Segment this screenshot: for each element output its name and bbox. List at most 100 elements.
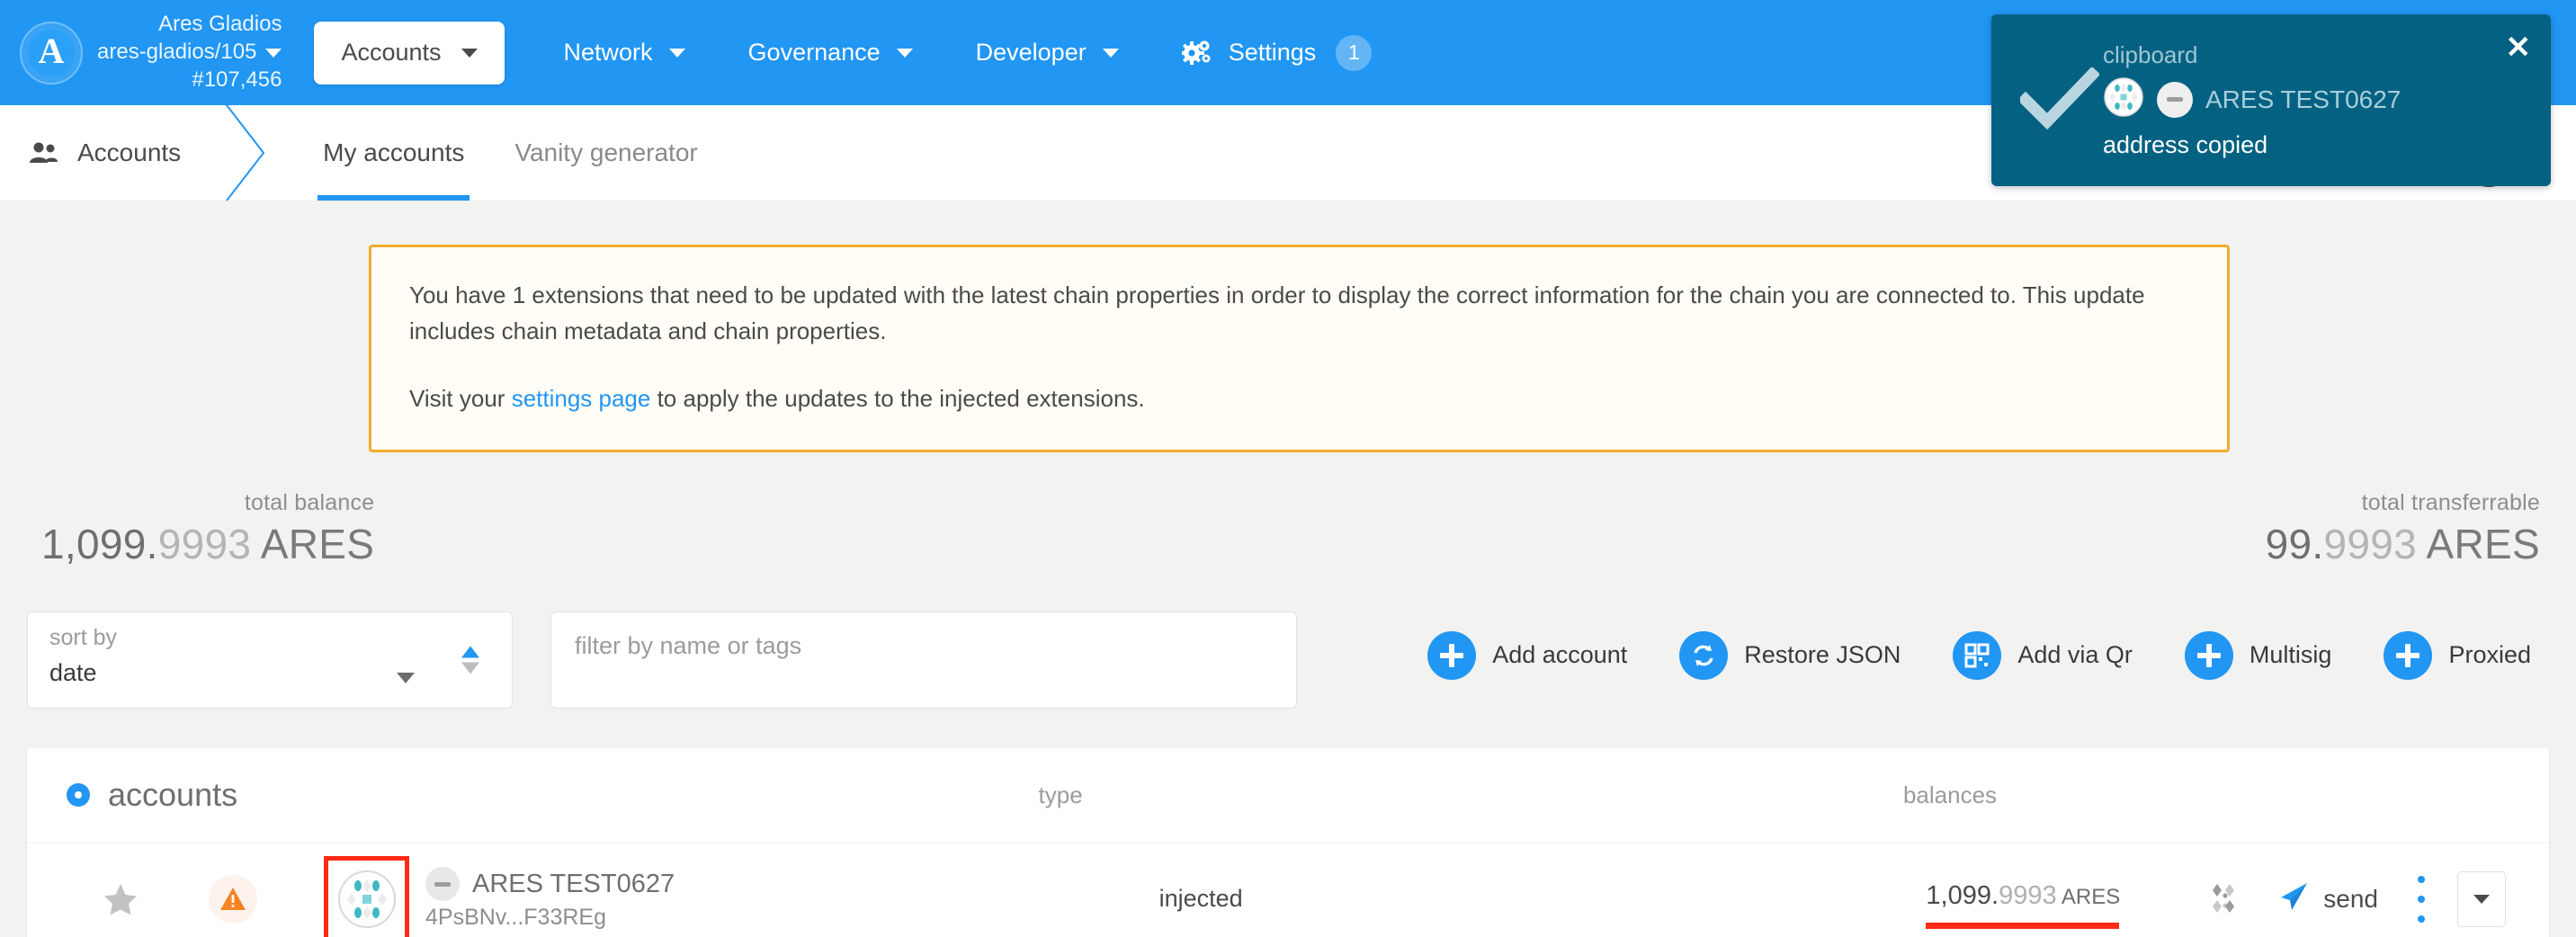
nav-item-governance[interactable]: Governance [745, 39, 917, 67]
chevron-down-icon [265, 48, 282, 58]
tab-my-accounts-label: My accounts [323, 138, 465, 166]
tab-my-accounts[interactable]: My accounts [298, 105, 489, 201]
total-balance-int: 1,099. [41, 520, 158, 567]
chevron-down-icon [1102, 48, 1119, 58]
nav-label-governance: Governance [747, 39, 881, 66]
settings-badge-count: 1 [1336, 34, 1373, 71]
plus-icon [2184, 630, 2233, 680]
chevron-down-icon [896, 48, 913, 58]
chain-spec: ares-gladios/105 [97, 40, 257, 65]
restore-json-button[interactable]: Restore JSON [1679, 630, 1901, 680]
nav-item-developer[interactable]: Developer [972, 39, 1123, 67]
settings-page-link[interactable]: settings page [512, 385, 651, 412]
main-content: You have 1 extensions that need to be up… [0, 245, 2576, 937]
alert-line-2: Visit your settings page to apply the up… [409, 381, 2189, 417]
identicon-highlighted[interactable] [324, 856, 409, 937]
toast-message: address copied [2103, 131, 2268, 158]
accounts-dropdown-label: Accounts [341, 39, 442, 66]
sort-by-label: sort by [49, 624, 118, 650]
qr-icon [1953, 630, 2002, 680]
chevron-down-icon [668, 48, 685, 58]
add-via-qr-label: Add via Qr [2017, 641, 2133, 669]
toast-account-row: ARES TEST0627 [2103, 76, 2527, 122]
toast-body: clipboard ARES TEST0627 address copied [2103, 40, 2527, 159]
total-transferrable-block: total transferrable 99.9993 ARES [2266, 490, 2540, 568]
row-dropdown-button[interactable] [2457, 870, 2506, 927]
sort-by-select[interactable]: sort by date [27, 611, 513, 709]
table-row[interactable]: ARES TEST0627 4PsBNv...F33REg injected 1… [27, 843, 2549, 937]
total-balance-block: total balance 1,099.9993 ARES [27, 490, 374, 568]
restore-json-label: Restore JSON [1744, 641, 1901, 669]
account-balance-unit: ARES [2056, 885, 2121, 910]
total-transferrable-unit: ARES [2416, 520, 2540, 567]
breadcrumb-chevron-separator [217, 105, 298, 201]
column-header-type: type [1038, 781, 1083, 808]
sort-ascending-icon [461, 646, 479, 658]
plus-icon [2384, 630, 2433, 680]
accounts-table-header: accounts type balances [27, 748, 2549, 843]
status-dot-icon [67, 783, 90, 808]
filter-input-wrapper[interactable] [550, 611, 1297, 709]
nav-item-settings[interactable]: Settings 1 [1178, 34, 1376, 71]
account-name: ARES TEST0627 [472, 869, 675, 898]
account-action-buttons: Add account Restore JSON Add via Qr Mult… [1427, 611, 2549, 680]
sort-by-value: date [49, 658, 97, 686]
paper-plane-icon [2276, 879, 2311, 918]
total-balance-frac: 9993 [157, 520, 252, 567]
alert-line-1: You have 1 extensions that need to be up… [409, 281, 2145, 344]
clipboard-toast: clipboard ARES TEST0627 address copied ✕ [1991, 14, 2551, 186]
accounts-dropdown-button[interactable]: Accounts [314, 21, 505, 85]
total-transferrable-frac: 9993 [2323, 520, 2417, 567]
nav-label-network: Network [563, 39, 653, 66]
expand-details-icon[interactable] [2205, 879, 2246, 920]
nav-label-developer: Developer [975, 39, 1087, 66]
accounts-table: accounts type balances ARES TEST0627 4Ps… [27, 747, 2549, 937]
breadcrumb-label: Accounts [77, 138, 182, 166]
account-identity: ARES TEST0627 4PsBNv...F33REg [425, 867, 675, 931]
accounts-table-title: accounts [67, 776, 237, 814]
close-icon[interactable]: ✕ [2506, 32, 2532, 63]
breadcrumb: Accounts [0, 105, 217, 201]
accounts-title-label: accounts [108, 776, 238, 814]
column-header-balances: balances [1902, 781, 1998, 808]
plus-icon [1427, 630, 1477, 680]
total-balance-unit: ARES [251, 520, 375, 567]
block-number: #107,456 [192, 67, 282, 92]
warning-triangle-icon[interactable] [209, 874, 257, 924]
send-label: send [2323, 884, 2378, 913]
more-options-icon[interactable] [2409, 870, 2434, 928]
people-icon [27, 141, 59, 165]
multisig-label: Multisig [2249, 641, 2332, 669]
add-account-button[interactable]: Add account [1427, 630, 1628, 680]
proxied-button[interactable]: Proxied [2384, 630, 2531, 680]
warning-cell [174, 874, 291, 924]
account-address[interactable]: 4PsBNv...F33REg [425, 905, 675, 931]
total-balance-value: 1,099.9993 ARES [41, 520, 374, 568]
balance-summary: total balance 1,099.9993 ARES total tran… [27, 490, 2549, 568]
toast-header: clipboard [2103, 41, 2198, 68]
tab-vanity-generator[interactable]: Vanity generator [489, 105, 722, 201]
filter-input[interactable] [575, 631, 1273, 660]
account-balance: 1,099.9993 ARES [1926, 881, 2121, 930]
send-button[interactable]: send [2276, 879, 2378, 918]
add-account-label: Add account [1492, 641, 1628, 669]
chain-logo-inner: A [28, 29, 75, 76]
toast-account-name: ARES TEST0627 [2205, 85, 2402, 113]
tab-vanity-generator-label: Vanity generator [514, 138, 698, 166]
chevron-down-icon [461, 48, 478, 58]
chain-selector[interactable]: Ares Gladios ares-gladios/105 #107,456 [97, 11, 282, 94]
alert-line-2-post: to apply the updates to the injected ext… [650, 385, 1145, 413]
sort-direction-toggle[interactable] [461, 646, 479, 674]
multisig-button[interactable]: Multisig [2184, 630, 2332, 680]
sort-descending-icon [461, 662, 479, 674]
chain-name: Ares Gladios [158, 12, 282, 37]
account-balance-int: 1,099. [1926, 881, 1999, 911]
nav-label-settings: Settings [1228, 39, 1317, 66]
total-transferrable-int: 99. [2265, 520, 2324, 567]
add-via-qr-button[interactable]: Add via Qr [1953, 630, 2133, 680]
nav-item-network[interactable]: Network [560, 39, 689, 67]
favorite-star-icon[interactable] [67, 882, 174, 916]
chain-logo-glyph: A [38, 30, 65, 71]
proxied-label: Proxied [2448, 641, 2531, 669]
total-transferrable-value: 99.9993 ARES [2266, 520, 2540, 568]
